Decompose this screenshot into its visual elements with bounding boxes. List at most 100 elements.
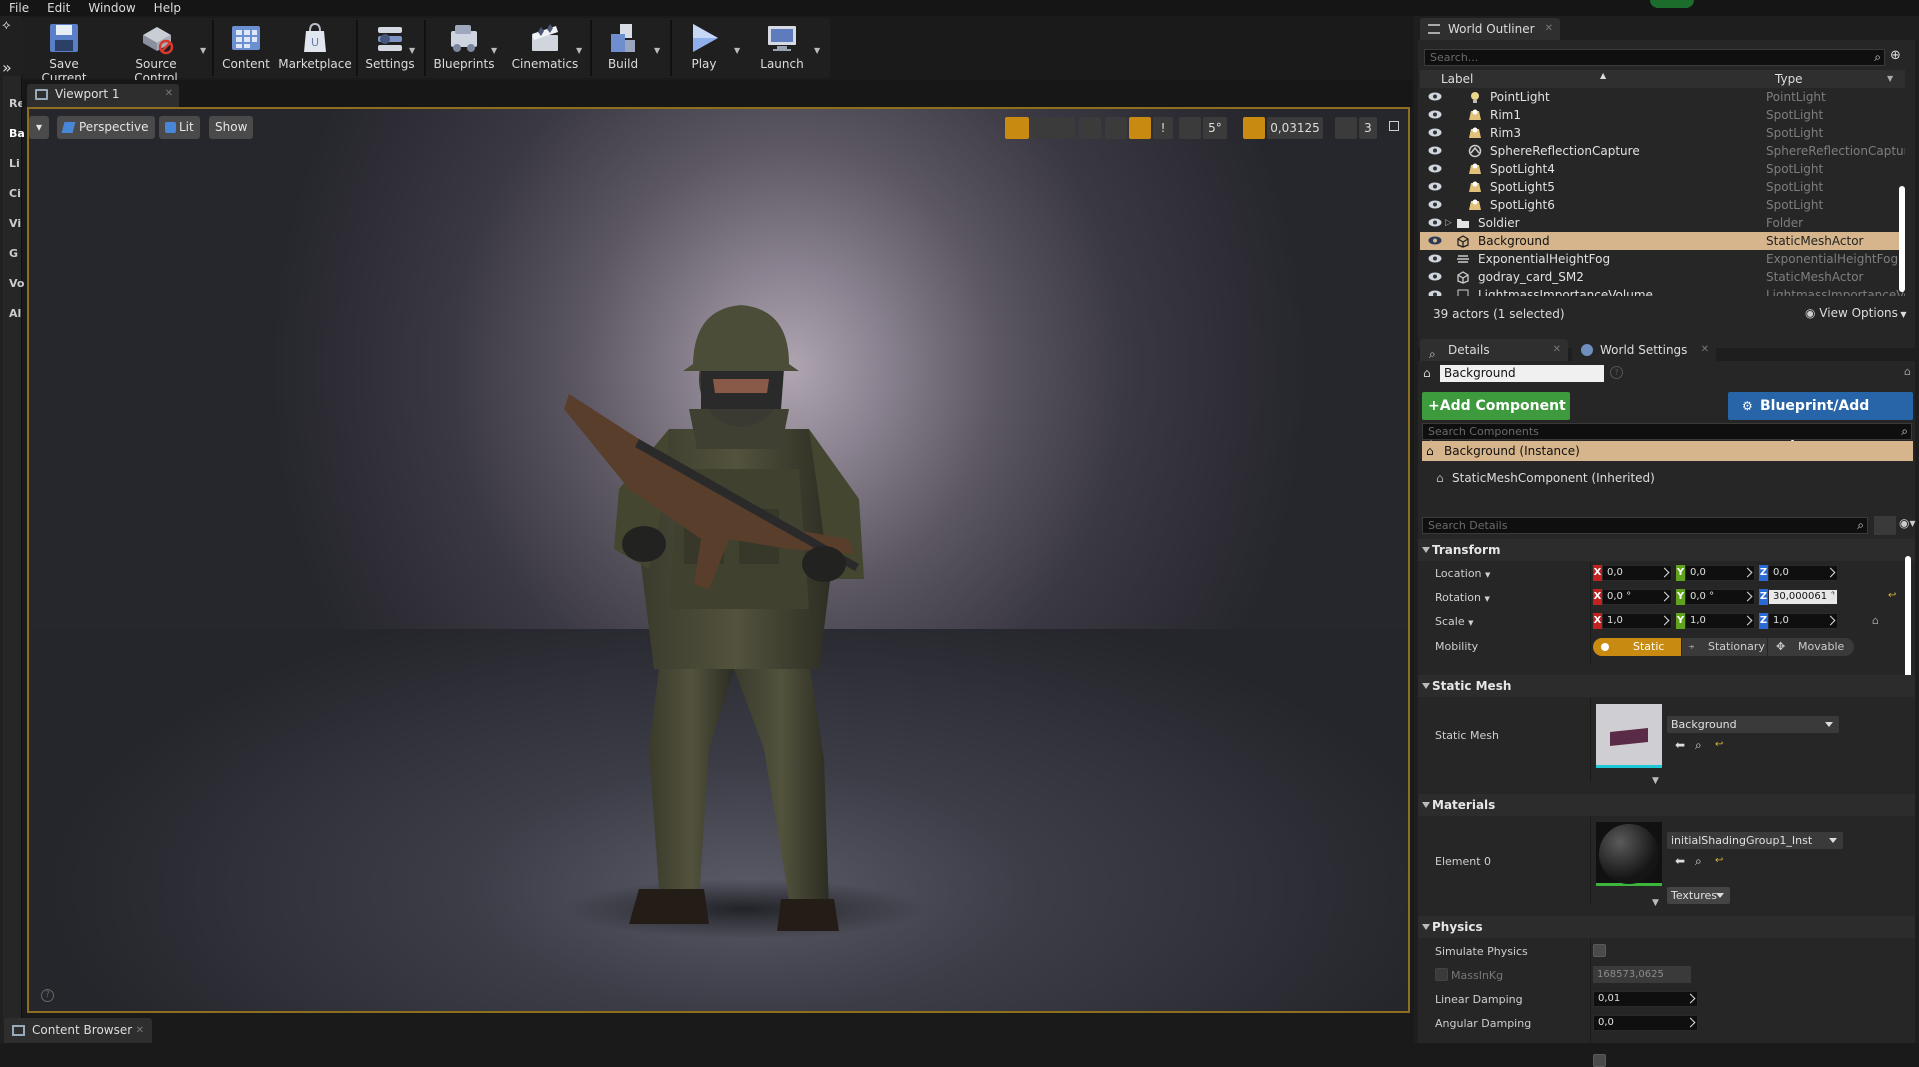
label-column-header[interactable]: Label xyxy=(1441,72,1473,86)
mode-all-classes[interactable]: Al xyxy=(3,286,21,319)
cinematics-dropdown-icon[interactable]: ▼ xyxy=(576,46,582,55)
materials-section-header[interactable]: Materials xyxy=(1418,794,1915,816)
angle-snap-value[interactable]: 5° xyxy=(1203,117,1227,139)
translate-tool-icon[interactable] xyxy=(1005,117,1029,139)
visibility-eye-icon[interactable] xyxy=(1428,164,1442,173)
view-options-button[interactable]: ◉ View Options ▼ xyxy=(1805,306,1907,320)
play-button[interactable]: Play xyxy=(674,18,734,78)
mode-geometry[interactable]: G xyxy=(3,226,21,259)
source-control-dropdown-icon[interactable]: ▼ xyxy=(200,46,206,55)
perspective-button[interactable]: Perspective xyxy=(57,116,155,139)
static-mesh-component-row[interactable]: ⌂ StaticMeshComponent (Inherited) xyxy=(1436,471,1655,485)
blueprints-button[interactable]: Blueprints xyxy=(430,18,498,78)
build-button[interactable]: Build xyxy=(596,18,650,78)
actor-name-field[interactable]: Background xyxy=(1440,365,1604,382)
list-item[interactable]: Rim3 SpotLight xyxy=(1420,124,1905,142)
location-x-field[interactable]: 0,0 xyxy=(1602,565,1672,581)
rotation-x-field[interactable]: 0,0 ° xyxy=(1602,589,1672,605)
type-column-header[interactable]: Type xyxy=(1775,72,1803,86)
tab-world-outliner[interactable]: World Outliner ✕ xyxy=(1420,18,1560,40)
transform-section-header[interactable]: Transform xyxy=(1418,539,1915,561)
browse-icon[interactable]: ⌕ xyxy=(1695,854,1702,869)
grid-snap-icon[interactable] xyxy=(1129,117,1151,139)
list-item[interactable]: SpotLight6 SpotLight xyxy=(1420,196,1905,214)
scale-snap-icon[interactable] xyxy=(1243,117,1265,139)
scale-snap-value[interactable]: 0,03125 xyxy=(1267,117,1323,139)
visibility-eye-icon[interactable] xyxy=(1428,290,1442,296)
visibility-eye-icon[interactable] xyxy=(1428,110,1442,119)
angular-damping-field[interactable]: 0,0 xyxy=(1593,1015,1698,1031)
mode-cinematic[interactable]: Ci xyxy=(3,166,21,199)
expand-advanced-icon[interactable]: ▼ xyxy=(1652,898,1659,908)
visibility-eye-icon[interactable] xyxy=(1428,200,1442,209)
lit-button[interactable]: Lit xyxy=(159,116,200,139)
launch-dropdown-icon[interactable]: ▼ xyxy=(814,46,820,55)
play-dropdown-icon[interactable]: ▼ xyxy=(734,46,740,55)
list-item[interactable]: SpotLight5 SpotLight xyxy=(1420,178,1905,196)
mass-override-checkbox[interactable] xyxy=(1435,968,1448,981)
tab-world-settings[interactable]: World Settings ✕ xyxy=(1572,339,1716,361)
reset-to-default-icon[interactable]: ↩ xyxy=(1715,739,1723,750)
rotation-label[interactable]: Rotation ▼ xyxy=(1435,591,1490,604)
reset-to-default-icon[interactable]: ↩ xyxy=(1888,590,1896,601)
static-mesh-combo[interactable]: Background xyxy=(1667,716,1839,733)
list-item[interactable]: godray_card_SM2 StaticMeshActor xyxy=(1420,268,1905,286)
visibility-eye-icon[interactable] xyxy=(1428,254,1442,263)
tab-details[interactable]: ⌕ Details ✕ xyxy=(1420,339,1568,361)
component-instance-row[interactable]: ⌂ Background (Instance) xyxy=(1422,441,1913,461)
mode-visual-effects[interactable]: Vi xyxy=(3,196,21,229)
build-dropdown-icon[interactable]: ▼ xyxy=(654,46,660,55)
surface-snap-icon[interactable] xyxy=(1105,117,1127,139)
cinematics-button[interactable]: Cinematics xyxy=(506,18,584,78)
world-local-icon[interactable] xyxy=(1079,117,1101,139)
physics-section-header[interactable]: Physics xyxy=(1418,916,1915,938)
menu-window[interactable]: Window xyxy=(79,0,144,16)
grid-size[interactable]: ! xyxy=(1153,117,1173,139)
list-item[interactable]: Rim1 SpotLight xyxy=(1420,106,1905,124)
close-icon[interactable]: ✕ xyxy=(1545,18,1553,40)
visibility-filter-icon[interactable]: ◉▾ xyxy=(1899,516,1916,530)
visibility-eye-icon[interactable] xyxy=(1428,146,1442,155)
blueprint-add-script-button[interactable]: ⚙ Blueprint/Add Script xyxy=(1728,392,1913,442)
property-matrix-icon[interactable] xyxy=(1874,516,1896,535)
visibility-eye-icon[interactable] xyxy=(1428,92,1442,101)
expand-advanced-icon[interactable]: ▼ xyxy=(1652,776,1659,786)
location-label[interactable]: Location ▼ xyxy=(1435,567,1490,580)
reset-to-default-icon[interactable]: ↩ xyxy=(1715,855,1723,866)
material-combo[interactable]: initialShadingGroup1_Inst xyxy=(1667,832,1843,849)
scale-y-field[interactable]: 1,0 xyxy=(1685,613,1755,629)
save-current-button[interactable]: Save Current xyxy=(26,18,102,85)
source-control-button[interactable]: Source Control xyxy=(114,18,198,85)
use-selected-arrow-icon[interactable]: ⬅ xyxy=(1675,854,1685,868)
lock-icon[interactable]: ⌂ xyxy=(1904,365,1911,378)
close-icon[interactable]: ✕ xyxy=(1553,339,1561,361)
list-item[interactable]: PointLight PointLight xyxy=(1420,88,1905,106)
visibility-eye-icon[interactable] xyxy=(1428,272,1442,281)
add-component-button[interactable]: +Add Component ▼ xyxy=(1422,392,1570,442)
outliner-scrollbar[interactable] xyxy=(1899,186,1905,292)
visibility-eye-icon[interactable] xyxy=(1428,182,1442,191)
add-filter-icon[interactable]: ⊕ xyxy=(1890,48,1901,63)
list-item[interactable]: SphereReflectionCapture SphereReflectionC… xyxy=(1420,142,1905,160)
show-button[interactable]: Show xyxy=(209,116,254,139)
blueprints-dropdown-icon[interactable]: ▼ xyxy=(491,46,497,55)
mode-volumes[interactable]: Vo xyxy=(3,256,24,289)
viewport-options-button[interactable]: ▾ xyxy=(29,116,49,139)
next-property-checkbox[interactable] xyxy=(1593,1054,1606,1067)
rotation-y-field[interactable]: 0,0 ° xyxy=(1685,589,1755,605)
menu-help[interactable]: Help xyxy=(145,0,190,16)
close-icon[interactable]: ✕ xyxy=(136,1018,144,1043)
browse-icon[interactable]: ⌕ xyxy=(1695,738,1702,753)
visibility-eye-icon[interactable] xyxy=(1428,236,1442,245)
location-z-field[interactable]: 0,0 xyxy=(1768,565,1838,581)
tab-viewport-1[interactable]: Viewport 1 ✕ xyxy=(27,84,179,108)
rotate-tool-icon[interactable] xyxy=(1031,117,1053,139)
list-item[interactable]: ExponentialHeightFog ExponentialHeightFog xyxy=(1420,250,1905,268)
menu-file[interactable]: File xyxy=(0,0,38,16)
scale-tool-icon[interactable] xyxy=(1053,117,1075,139)
close-icon[interactable]: ✕ xyxy=(1701,339,1709,361)
content-button[interactable]: Content xyxy=(218,18,274,78)
expand-toolbar-icon[interactable]: » xyxy=(2,58,12,77)
list-item[interactable]: Background StaticMeshActor xyxy=(1420,232,1905,250)
mobility-movable-button[interactable]: ✥ Movable xyxy=(1768,638,1854,656)
